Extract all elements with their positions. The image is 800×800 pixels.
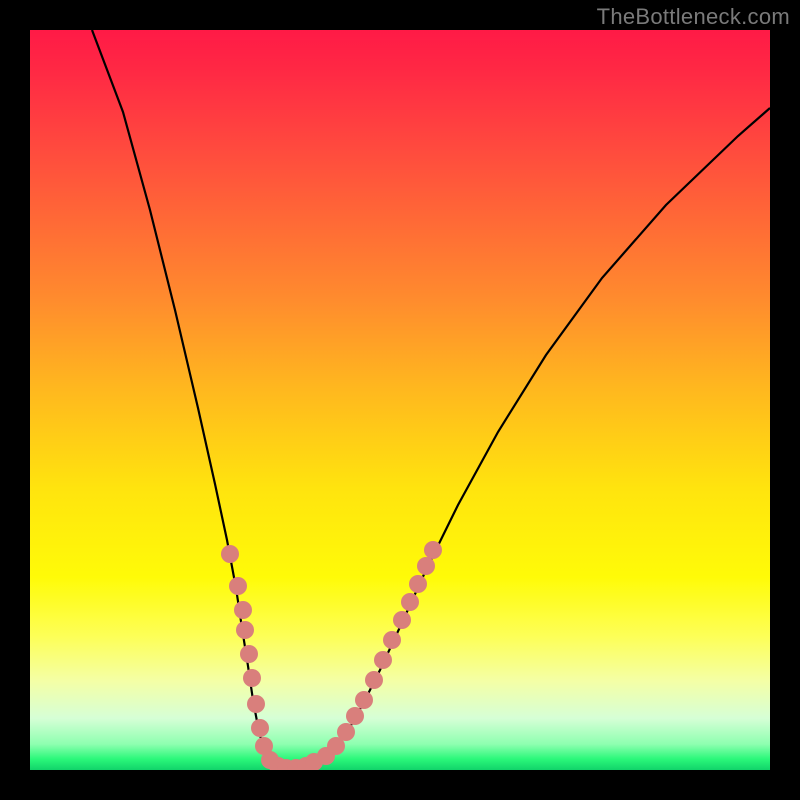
data-point bbox=[409, 575, 427, 593]
data-point bbox=[251, 719, 269, 737]
data-point bbox=[417, 557, 435, 575]
data-point bbox=[393, 611, 411, 629]
curve-svg bbox=[30, 30, 770, 770]
data-point bbox=[234, 601, 252, 619]
data-point bbox=[240, 645, 258, 663]
data-point bbox=[355, 691, 373, 709]
data-point bbox=[424, 541, 442, 559]
watermark-text: TheBottleneck.com bbox=[597, 4, 790, 30]
data-point bbox=[221, 545, 239, 563]
plot-area bbox=[30, 30, 770, 770]
data-point bbox=[401, 593, 419, 611]
data-point bbox=[229, 577, 247, 595]
data-point bbox=[236, 621, 254, 639]
data-point bbox=[365, 671, 383, 689]
data-point bbox=[243, 669, 261, 687]
data-point bbox=[383, 631, 401, 649]
data-point bbox=[247, 695, 265, 713]
bottleneck-curve bbox=[92, 30, 770, 768]
data-points-group bbox=[221, 541, 442, 770]
chart-frame: TheBottleneck.com bbox=[0, 0, 800, 800]
data-point bbox=[346, 707, 364, 725]
data-point bbox=[374, 651, 392, 669]
data-point bbox=[337, 723, 355, 741]
